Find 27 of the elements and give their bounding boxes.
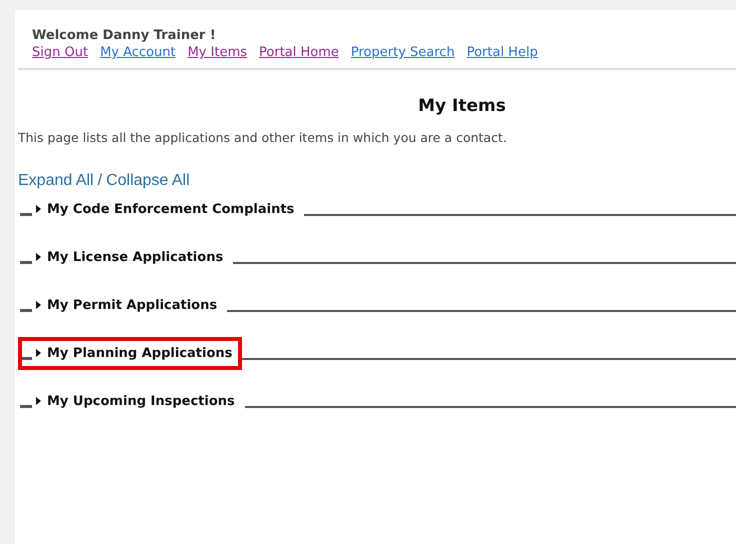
caret-icon [36,205,41,213]
minus-icon[interactable] [20,404,32,408]
section-header[interactable]: My Permit Applications [18,288,228,322]
page-description: This page lists all the applications and other items in which you are a contact. [18,130,508,145]
section-header[interactable]: My Code Enforcement Complaints [18,192,304,226]
section-header[interactable]: My Upcoming Inspections [18,384,245,418]
separator-text: / [98,172,102,190]
caret-icon [36,349,41,357]
nav-link[interactable]: Sign Out [32,45,88,60]
expand-all-link[interactable]: Expand All [18,172,94,190]
nav-link[interactable]: Portal Help [466,45,538,60]
welcome-text: Welcome Danny Trainer ! [32,28,217,43]
caret-icon [36,301,41,309]
nav-link[interactable]: My Items [188,45,248,60]
page-title: My Items [417,96,507,116]
minus-icon[interactable] [20,212,32,216]
nav-link[interactable]: Property Search [350,45,455,60]
nav-link[interactable]: Portal Home [259,45,339,60]
section-header[interactable]: My License Applications [18,240,234,274]
minus-icon[interactable] [20,308,32,312]
caret-icon [36,253,41,261]
minus-icon[interactable] [20,260,32,264]
collapse-all-link[interactable]: Collapse All [106,172,190,190]
caret-icon [36,397,41,405]
minus-icon[interactable] [20,356,32,360]
nav-link[interactable]: My Account [100,45,176,60]
section-header[interactable]: My Planning Applications [18,336,242,370]
